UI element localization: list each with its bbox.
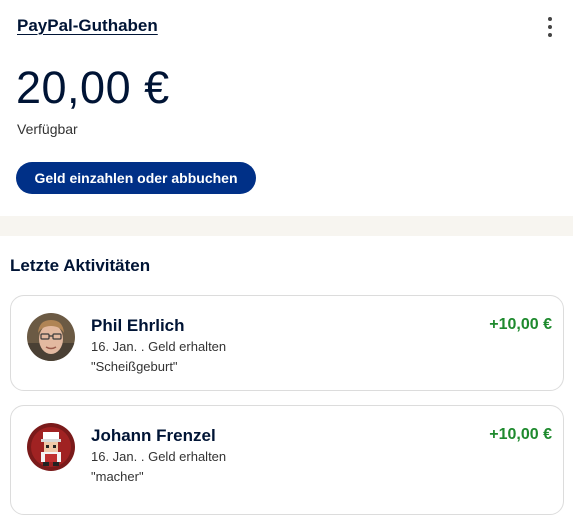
avatar [27,423,75,471]
activity-amount: +10,00 € [489,426,552,443]
activity-amount: +10,00 € [489,316,552,333]
kebab-vertical-icon[interactable] [540,16,560,38]
balance-title-link[interactable]: PayPal-Guthaben [17,16,158,36]
activity-item[interactable]: Johann Frenzel 16. Jan. . Geld erhalten … [10,405,564,515]
balance-amount: 20,00 € [16,62,170,113]
sender-name: Phil Ehrlich [91,316,185,335]
recent-activity-heading: Letzte Aktivitäten [10,256,151,275]
avatar [27,313,75,361]
activity-meta: 16. Jan. . Geld erhalten [91,339,227,354]
activity-note: "macher" [91,469,144,484]
activity-note: "Scheißgeburt" [91,359,178,374]
balance-card: PayPal-Guthaben 20,00 € Verfügbar Geld e… [0,0,573,215]
activity-item[interactable]: Phil Ehrlich 16. Jan. . Geld erhalten "S… [10,295,564,391]
activity-meta: 16. Jan. . Geld erhalten [91,449,227,464]
deposit-withdraw-button[interactable]: Geld einzahlen oder abbuchen [16,162,256,194]
available-label: Verfügbar [17,121,78,137]
section-divider [0,216,573,236]
sender-name: Johann Frenzel [91,426,216,445]
